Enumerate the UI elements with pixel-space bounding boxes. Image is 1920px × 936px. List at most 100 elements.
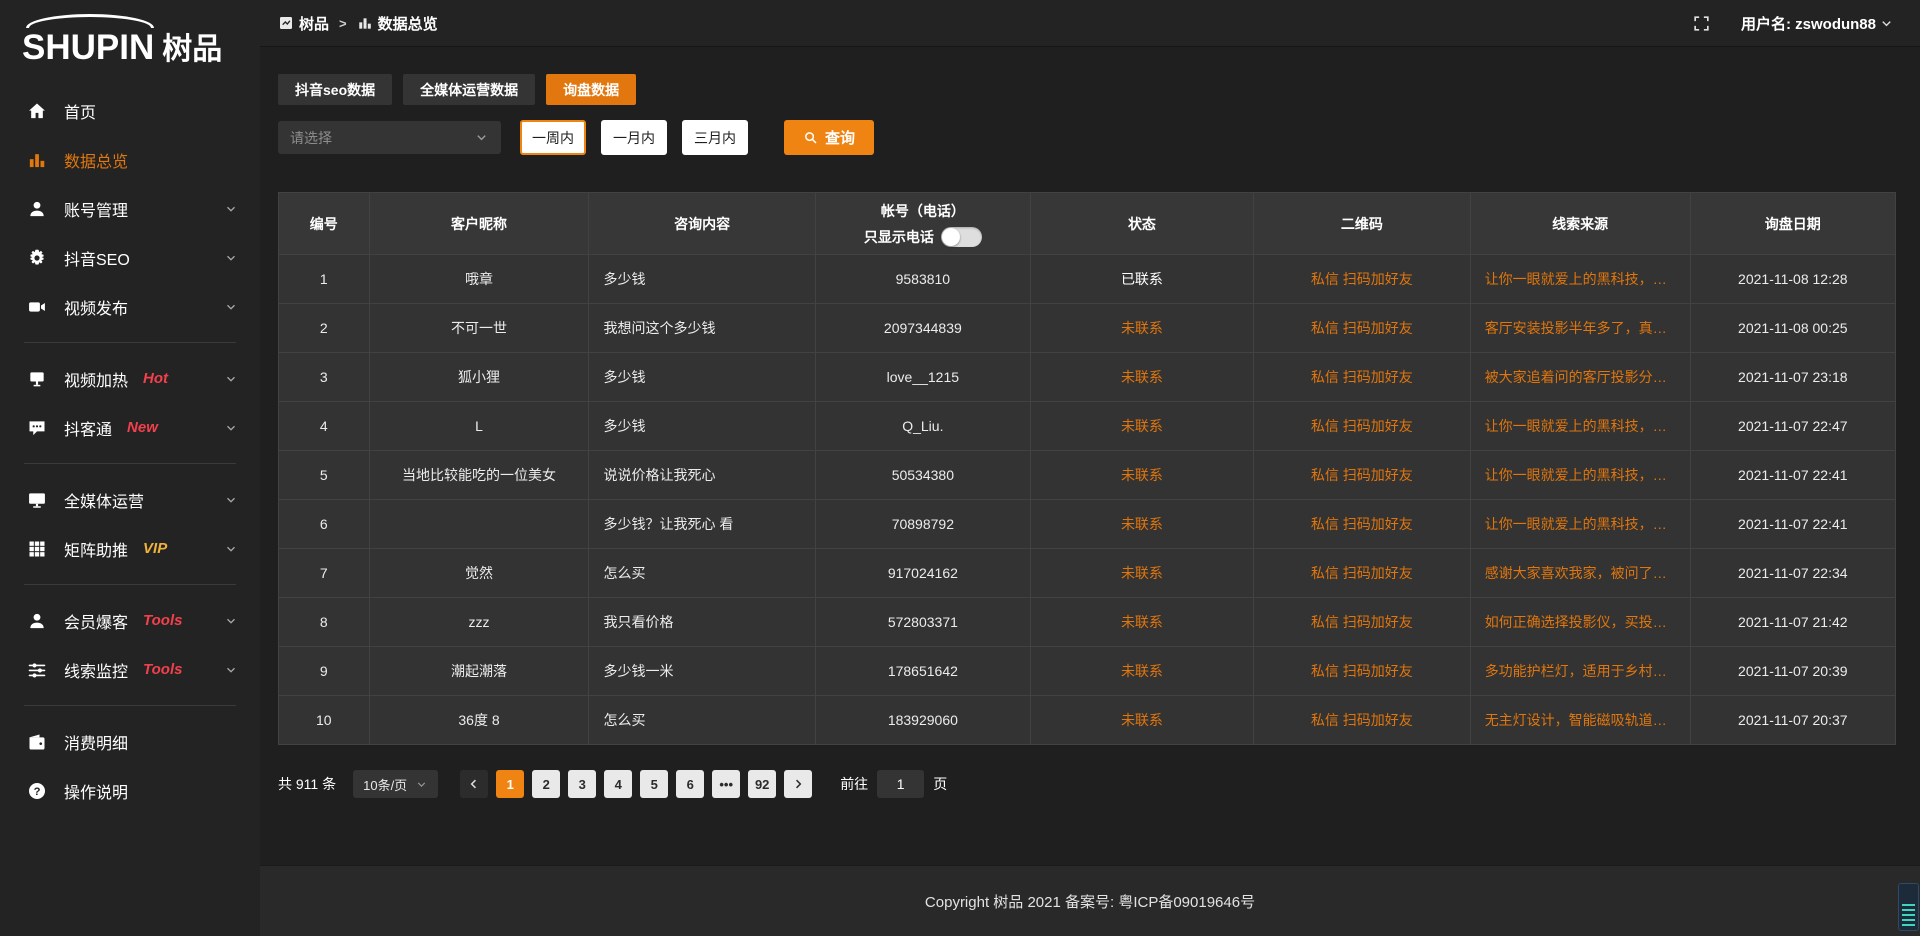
user-menu[interactable]: 用户名: zswodun88 xyxy=(1741,13,1894,34)
cell-account: 178651642 xyxy=(815,647,1030,696)
tab-询盘数据[interactable]: 询盘数据 xyxy=(546,74,636,105)
range-button-一月内[interactable]: 一月内 xyxy=(601,120,667,155)
data-tabs: 抖音seo数据全媒体运营数据询盘数据 xyxy=(278,74,1896,105)
page-button-6[interactable]: 6 xyxy=(676,770,704,798)
sidebar-item-线索监控[interactable]: 线索监控 Tools xyxy=(0,645,260,694)
page-button-92[interactable]: 92 xyxy=(748,770,776,798)
cell-qrcode[interactable]: 私信 扫码加好友 xyxy=(1254,549,1471,598)
sidebar-item-全媒体运营[interactable]: 全媒体运营 xyxy=(0,475,260,524)
cell-source[interactable]: 让你一眼就爱上的黑科技，能... xyxy=(1470,255,1690,304)
cell-source[interactable]: 多功能护栏灯，适用于乡村文... xyxy=(1470,647,1690,696)
cell-nickname: 狐小狸 xyxy=(369,353,589,402)
floating-widget[interactable] xyxy=(1898,883,1919,931)
tab-全媒体运营数据[interactable]: 全媒体运营数据 xyxy=(403,74,535,105)
page-button-5[interactable]: 5 xyxy=(640,770,668,798)
prev-page-button[interactable] xyxy=(460,770,488,798)
cell-qrcode[interactable]: 私信 扫码加好友 xyxy=(1254,255,1471,304)
dashboard-icon xyxy=(278,15,294,31)
sidebar-item-label: 抖音SEO xyxy=(64,246,130,270)
pagination: 共 911 条 10条/页 123456•••92 前往 1 页 xyxy=(278,770,1896,798)
cell-source[interactable]: 让你一眼就爱上的黑科技，能... xyxy=(1470,402,1690,451)
sidebar-item-账号管理[interactable]: 账号管理 xyxy=(0,184,260,233)
chevron-down-icon xyxy=(224,300,238,314)
sidebar-item-视频发布[interactable]: 视频发布 xyxy=(0,282,260,331)
search-icon xyxy=(803,130,818,145)
column-header-咨询内容: 咨询内容 xyxy=(589,193,815,255)
range-button-三月内[interactable]: 三月内 xyxy=(682,120,748,155)
cell-status: 未联系 xyxy=(1030,549,1253,598)
member-icon xyxy=(27,611,47,631)
breadcrumb: 树品 > 数据总览 xyxy=(278,13,438,34)
sidebar-item-消费明细[interactable]: 消费明细 xyxy=(0,717,260,766)
range-button-一周内[interactable]: 一周内 xyxy=(520,120,586,155)
goto-page-input[interactable]: 1 xyxy=(877,770,924,798)
cell-qrcode[interactable]: 私信 扫码加好友 xyxy=(1254,500,1471,549)
next-page-button[interactable] xyxy=(784,770,812,798)
screen-icon xyxy=(27,369,47,389)
sidebar-item-label: 线索监控 xyxy=(64,658,128,682)
page-button-1[interactable]: 1 xyxy=(496,770,524,798)
sidebar-item-label: 账号管理 xyxy=(64,197,128,221)
column-header-title: 帐号（电话） xyxy=(826,201,1020,221)
cell-source[interactable]: 被大家追着问的客厅投影分享... xyxy=(1470,353,1690,402)
cell-source[interactable]: 无主灯设计，智能磁吸轨道灯... xyxy=(1470,696,1690,745)
sidebar-item-首页[interactable]: 首页 xyxy=(0,86,260,135)
column-header-客户昵称: 客户昵称 xyxy=(369,193,589,255)
status-badge: 未联系 xyxy=(1121,712,1163,728)
sidebar-item-badge: Tools xyxy=(143,661,182,678)
sidebar-item-操作说明[interactable]: ?操作说明 xyxy=(0,766,260,815)
cell-qrcode[interactable]: 私信 扫码加好友 xyxy=(1254,353,1471,402)
page-button-3[interactable]: 3 xyxy=(568,770,596,798)
cell-qrcode[interactable]: 私信 扫码加好友 xyxy=(1254,304,1471,353)
account-select[interactable]: 请选择 xyxy=(278,121,501,154)
breadcrumb-root[interactable]: 树品 xyxy=(299,13,329,34)
cell-qrcode[interactable]: 私信 扫码加好友 xyxy=(1254,647,1471,696)
table-row: 5当地比较能吃的一位美女说说价格让我死心50534380未联系私信 扫码加好友让… xyxy=(279,451,1896,500)
cell-account: 9583810 xyxy=(815,255,1030,304)
sidebar-item-label: 数据总览 xyxy=(64,148,128,172)
sidebar-item-矩阵助推[interactable]: 矩阵助推VIP xyxy=(0,524,260,573)
footer: Copyright 树品 2021 备案号: 粤ICP备09019646号 xyxy=(260,865,1920,936)
cell-nickname: L xyxy=(369,402,589,451)
cell-source[interactable]: 如何正确选择投影仪，买投影... xyxy=(1470,598,1690,647)
cell-source[interactable]: 让你一眼就爱上的黑科技，能... xyxy=(1470,451,1690,500)
cell-qrcode[interactable]: 私信 扫码加好友 xyxy=(1254,598,1471,647)
search-button[interactable]: 查询 xyxy=(784,120,874,155)
cell-qrcode[interactable]: 私信 扫码加好友 xyxy=(1254,402,1471,451)
cell-nickname: 不可一世 xyxy=(369,304,589,353)
cell-source[interactable]: 让你一眼就爱上的黑科技，能... xyxy=(1470,500,1690,549)
gear-icon xyxy=(27,248,47,268)
page-button-2[interactable]: 2 xyxy=(532,770,560,798)
page-button-4[interactable]: 4 xyxy=(604,770,632,798)
tab-抖音seo数据[interactable]: 抖音seo数据 xyxy=(278,74,392,105)
sidebar-item-badge: Hot xyxy=(143,370,168,387)
table-row: 1哦章多少钱9583810已联系私信 扫码加好友让你一眼就爱上的黑科技，能...… xyxy=(279,255,1896,304)
sidebar-item-数据总览[interactable]: 数据总览 xyxy=(0,135,260,184)
topbar-right: 用户名: zswodun88 xyxy=(1692,13,1894,34)
sliders-icon xyxy=(27,660,47,680)
cell-qrcode[interactable]: 私信 扫码加好友 xyxy=(1254,696,1471,745)
page-size-select[interactable]: 10条/页 xyxy=(353,770,438,798)
page-ellipsis-button[interactable]: ••• xyxy=(712,770,740,798)
chevron-down-icon xyxy=(1879,16,1894,31)
cell-source[interactable]: 客厅安装投影半年多了，真实... xyxy=(1470,304,1690,353)
fullscreen-icon[interactable] xyxy=(1692,14,1711,33)
inquiry-table: 编号客户昵称咨询内容帐号（电话）只显示电话状态二维码线索来源询盘日期 1哦章多少… xyxy=(278,192,1896,745)
chart-icon xyxy=(27,150,47,170)
cell-source[interactable]: 感谢大家喜欢我家，被问了好... xyxy=(1470,549,1690,598)
main-area: 树品 > 数据总览 用户名: zswodun88 抖音seo数据全媒体运营数据询… xyxy=(260,0,1920,936)
status-badge: 未联系 xyxy=(1121,418,1163,434)
chevron-down-icon xyxy=(224,421,238,435)
cell-account: 183929060 xyxy=(815,696,1030,745)
phone-only-toggle[interactable] xyxy=(941,227,982,247)
table-row: 3狐小狸多少钱love__1215未联系私信 扫码加好友被大家追着问的客厅投影分… xyxy=(279,353,1896,402)
cell-status: 未联系 xyxy=(1030,598,1253,647)
cell-nickname: 觉然 xyxy=(369,549,589,598)
cell-date: 2021-11-07 22:34 xyxy=(1690,549,1895,598)
sidebar-item-视频加热[interactable]: 视频加热Hot xyxy=(0,354,260,403)
sidebar-item-会员爆客[interactable]: 会员爆客Tools xyxy=(0,596,260,645)
sidebar-item-抖客通[interactable]: 抖客通New xyxy=(0,403,260,452)
cell-qrcode[interactable]: 私信 扫码加好友 xyxy=(1254,451,1471,500)
chevron-down-icon xyxy=(415,778,428,791)
sidebar-item-抖音SEO[interactable]: 抖音SEO xyxy=(0,233,260,282)
